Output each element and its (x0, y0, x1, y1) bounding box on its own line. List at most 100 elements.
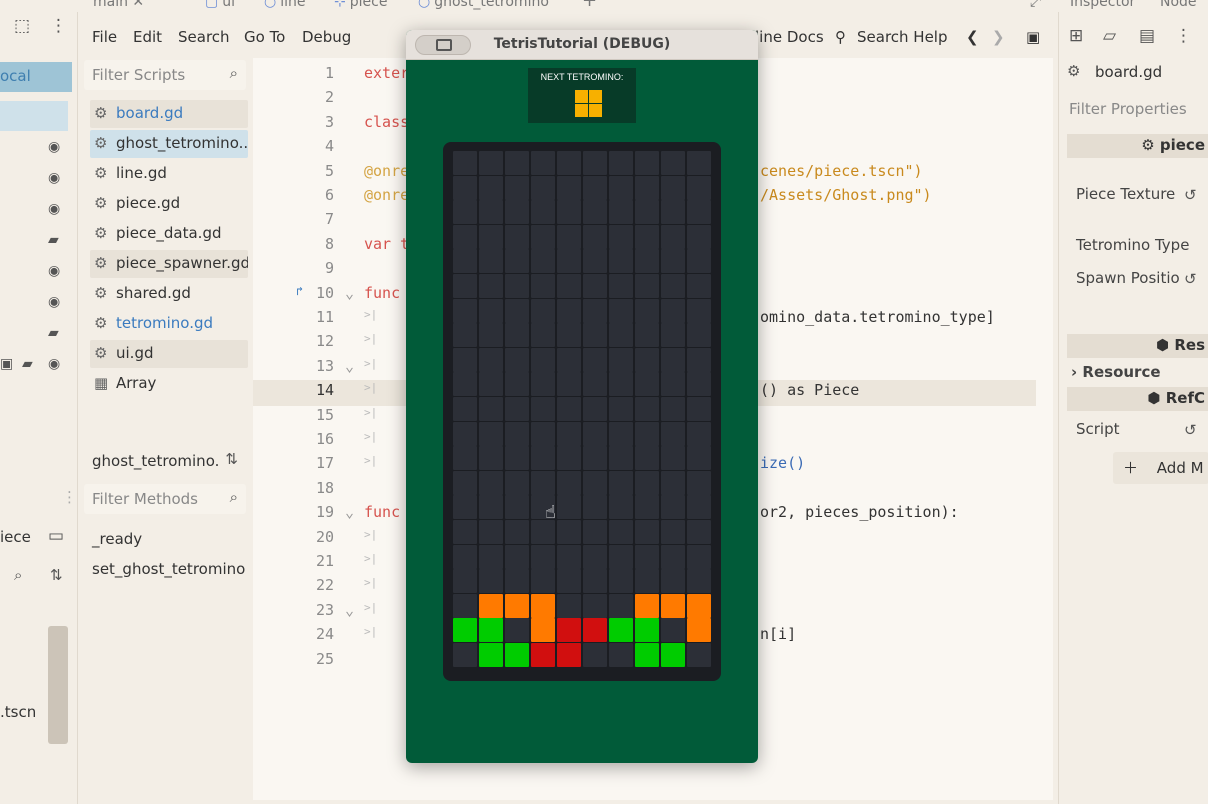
line-number: 12 (315, 332, 334, 351)
local-scene-tab[interactable]: ocal (0, 62, 72, 92)
board-cell (453, 274, 477, 298)
new-resource-icon[interactable]: ⊞ (1069, 26, 1083, 46)
scene-import-icon[interactable]: ⬚ (14, 16, 30, 36)
section-res[interactable]: ⬢ Res (1067, 334, 1208, 358)
board-cell (609, 421, 633, 446)
open-folder-icon[interactable]: ▱ (1103, 26, 1116, 46)
code-fragment: func (364, 283, 401, 302)
tab-line[interactable]: ○ line (264, 0, 305, 10)
script-icon[interactable]: ▰ (48, 325, 62, 341)
inspected-file-label[interactable]: board.gd (1095, 63, 1162, 81)
history-forward-icon[interactable]: ❯ (992, 28, 1005, 46)
property-tetromino-type: Tetromino Type (1076, 236, 1190, 254)
tetromino-block (661, 593, 685, 618)
visibility-eye-icon[interactable]: ◉ (48, 294, 62, 310)
menu-search[interactable]: Search (178, 28, 230, 46)
script-name: board.gd (116, 104, 184, 122)
board-cell (609, 274, 633, 298)
tab-node[interactable]: Node (1160, 0, 1197, 10)
board-cell (609, 175, 633, 200)
float-window-icon[interactable]: ▣ (1026, 28, 1040, 46)
distraction-free-icon[interactable]: ⤢ (1030, 0, 1041, 10)
file-entry-tscn[interactable]: .tscn (0, 703, 36, 721)
tetromino-block (479, 618, 503, 643)
search-icon[interactable]: ⌕ (14, 566, 22, 584)
board-cell (557, 274, 581, 298)
fold-arrow-icon[interactable]: ⌄ (345, 503, 354, 521)
add-metadata-button[interactable]: ＋ Add M (1113, 452, 1208, 484)
script-name: Array (116, 374, 157, 392)
menu-debug[interactable]: Debug (302, 28, 351, 46)
visibility-eye-icon[interactable]: ◉ (48, 201, 62, 217)
fold-arrow-icon[interactable]: ⌄ (345, 357, 354, 375)
menu-edit[interactable]: Edit (133, 28, 162, 46)
menu-goto[interactable]: Go To (244, 28, 285, 46)
board-cell (609, 593, 633, 618)
drag-handle-icon[interactable]: ⋮ (62, 488, 77, 506)
tab-main[interactable]: main ✕ (93, 0, 144, 10)
kebab-menu-icon[interactable]: ⋮ (1175, 26, 1192, 46)
method-list-item[interactable]: set_ghost_tetromino (92, 560, 245, 578)
method-list-item[interactable]: _ready (92, 530, 142, 548)
revert-icon[interactable]: ↺ (1184, 186, 1197, 204)
group-icon[interactable]: ▣ (0, 356, 14, 372)
script-icon[interactable]: ▰ (48, 232, 62, 248)
board-cell (479, 520, 503, 544)
board-cell (661, 298, 685, 323)
tab-piece-label: piece (349, 0, 388, 10)
script-list-item[interactable]: ⚙ board.gd (90, 100, 248, 128)
script-list-item[interactable]: ⚙ line.gd (90, 160, 248, 188)
add-tab-button[interactable]: + (582, 0, 597, 11)
tab-ui[interactable]: ▢ ui (205, 0, 235, 10)
fold-arrow-icon[interactable]: ⌄ (345, 601, 354, 619)
board-cell (609, 544, 633, 569)
board-cell (557, 224, 581, 249)
section-piece[interactable]: ⚙ piece (1067, 134, 1208, 158)
search-icon: ⌕ (229, 488, 238, 506)
section-ref-label: RefC (1165, 389, 1205, 407)
scene-icon: ▢ (205, 0, 219, 10)
search-help-button[interactable]: Search Help (857, 28, 948, 46)
tab-ghost[interactable]: ○ ghost_tetromino (418, 0, 549, 10)
dock-toolbar: ⬚ ⋮ (0, 14, 78, 44)
board-cell (479, 397, 503, 421)
online-docs-button[interactable]: line Docs (755, 28, 824, 46)
revert-icon[interactable]: ↺ (1184, 421, 1197, 439)
visibility-eye-icon[interactable]: ◉ (48, 139, 62, 155)
filter-methods-input[interactable]: Filter Methods ⌕ (84, 484, 246, 514)
history-back-icon[interactable]: ❮ (966, 28, 979, 46)
visibility-eye-icon[interactable]: ◉ (48, 356, 62, 372)
window-icon[interactable]: ▭ (48, 526, 64, 546)
tab-inspector[interactable]: Inspector (1070, 0, 1135, 10)
board-cell (453, 347, 477, 372)
board-cell (505, 323, 529, 348)
script-list-item[interactable]: ▦ Array (90, 370, 248, 398)
resource-group[interactable]: › Resource (1071, 363, 1161, 381)
dock-scrollbar[interactable] (48, 626, 68, 744)
script-list-item[interactable]: ⚙ shared.gd (90, 280, 248, 308)
tab-piece[interactable]: ⊹ piece (334, 0, 387, 10)
script-list-item[interactable]: ⚙ ui.gd (90, 340, 248, 368)
sort-icon[interactable]: ⇅ (50, 566, 63, 584)
filter-scripts-input[interactable]: Filter Scripts ⌕ (84, 60, 246, 90)
script-list-item[interactable]: ⚙ piece_spawner.gd (90, 250, 248, 278)
line-number: 24 (315, 625, 334, 644)
menu-file[interactable]: File (92, 28, 117, 46)
save-icon[interactable]: ▤ (1139, 26, 1155, 46)
visibility-eye-icon[interactable]: ◉ (48, 170, 62, 186)
selected-node-row[interactable] (0, 101, 68, 131)
script-list-item[interactable]: ⚙ tetromino.gd (90, 310, 248, 338)
visibility-eye-icon[interactable]: ◉ (48, 263, 62, 279)
script-list-item[interactable]: ⚙ piece.gd (90, 190, 248, 218)
revert-icon[interactable]: ↺ (1184, 270, 1197, 288)
section-refcounted[interactable]: ⬢ RefC (1067, 387, 1208, 411)
filter-properties-input[interactable]: Filter Properties (1069, 100, 1187, 118)
script-list-item[interactable]: ⚙ piece_data.gd (90, 220, 248, 248)
code-fragment: class (364, 112, 410, 131)
board-cell (661, 347, 685, 372)
sort-icon[interactable]: ⇅ (225, 450, 238, 468)
kebab-menu-icon[interactable]: ⋮ (50, 16, 67, 36)
script-list-item[interactable]: ⚙ ghost_tetromino... (90, 130, 248, 158)
fold-arrow-icon[interactable]: ⌄ (345, 284, 354, 302)
script-icon[interactable]: ▰ (22, 356, 36, 372)
